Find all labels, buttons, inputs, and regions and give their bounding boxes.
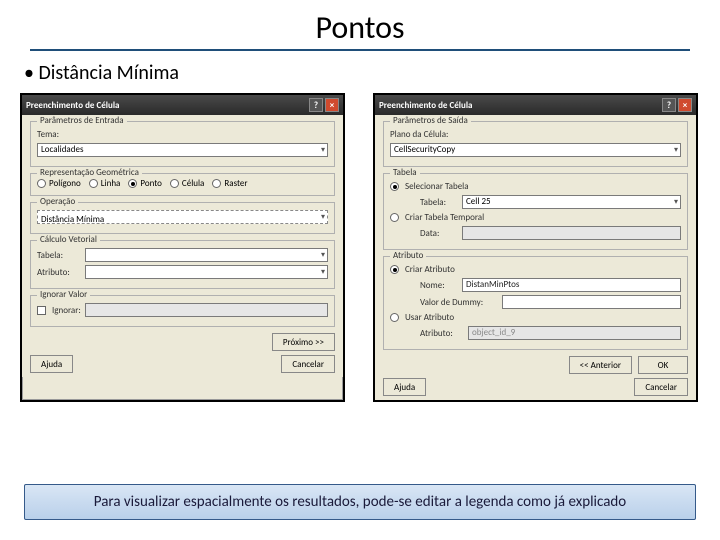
tabela-label-1: Tabela: (37, 250, 81, 261)
radio-raster[interactable] (212, 179, 221, 188)
dialog2-title: Preenchimento de Célula (379, 100, 472, 111)
titlebar-2[interactable]: Preenchimento de Célula ? × (375, 95, 696, 115)
group-ignorar: Ignorar Valor Ignorar: (30, 295, 335, 327)
group-operacao: Operação Distância Mínima (30, 202, 335, 234)
tema-label: Tema: (37, 129, 59, 140)
bullet-distancia-minima: Distância Mínima (0, 51, 720, 93)
valor-dummy-input[interactable] (502, 295, 681, 309)
ignorar-checkbox[interactable] (37, 306, 46, 315)
tabela-select-1[interactable] (85, 248, 328, 262)
help-icon[interactable]: ? (309, 98, 323, 112)
titlebar-1[interactable]: Preenchimento de Célula ? × (22, 95, 343, 115)
ignorar-label: Ignorar: (52, 305, 81, 316)
radio-celula-label: Célula (182, 178, 204, 189)
dialog-output-params: Preenchimento de Célula ? × Parâmetros d… (373, 93, 698, 402)
tabela-label-2: Tabela: (420, 197, 458, 208)
plano-select[interactable]: CellSecurityCopy (390, 143, 681, 157)
radio-raster-label: Raster (224, 178, 247, 189)
radio-poligono[interactable] (37, 179, 46, 188)
tabela-select-2[interactable]: Cell 25 (462, 195, 681, 209)
group-tabela: Tabela Selecionar Tabela Tabela:Cell 25 … (383, 173, 688, 250)
help-button-1[interactable]: Ajuda (30, 355, 73, 373)
radio-criar-tabela[interactable] (390, 213, 399, 222)
ignorar-input[interactable] (85, 303, 328, 317)
group-entrada: Parâmetros de Entrada Tema: Localidades (30, 121, 335, 167)
ignorar-title: Ignorar Valor (37, 289, 90, 300)
calculo-title: Cálculo Vetorial (37, 234, 100, 245)
atributo-select-1[interactable] (85, 265, 328, 279)
group-entrada-title: Parâmetros de Entrada (37, 115, 127, 126)
operacao-select[interactable]: Distância Mínima (37, 210, 328, 224)
footer-note: Para visualizar espacialmente os resulta… (24, 484, 696, 520)
close-icon[interactable]: × (325, 98, 339, 112)
rep-geo-title: Representação Geométrica (37, 167, 142, 178)
radio-linha[interactable] (89, 179, 98, 188)
sel-tabela-label: Selecionar Tabela (405, 181, 469, 192)
atributo-label-1: Atributo: (37, 267, 81, 278)
cancel-button-1[interactable]: Cancelar (281, 355, 335, 373)
radio-celula[interactable] (170, 179, 179, 188)
next-button[interactable]: Próximo >> (272, 333, 335, 351)
tema-select[interactable]: Localidades (37, 143, 328, 157)
atributo-group-title: Atributo (390, 250, 426, 261)
criar-tabela-label: Criar Tabela Temporal (405, 212, 484, 223)
usar-atributo-label: Usar Atributo (405, 312, 454, 323)
valor-dummy-label: Valor de Dummy: (420, 297, 498, 308)
prev-button[interactable]: << Anterior (569, 356, 632, 374)
group-rep-geo: Representação Geométrica Polígono Linha … (30, 173, 335, 196)
data-label: Data: (420, 228, 458, 239)
radio-ponto[interactable] (128, 179, 137, 188)
radio-sel-tabela[interactable] (390, 182, 399, 191)
radio-poligono-label: Polígono (49, 178, 81, 189)
help-button-2[interactable]: Ajuda (383, 378, 426, 396)
radio-usar-atributo[interactable] (390, 313, 399, 322)
group-saida: Parâmetros de Saída Plano da Célula: Cel… (383, 121, 688, 167)
ok-button[interactable]: OK (638, 356, 688, 374)
tabela-group-title: Tabela (390, 167, 420, 178)
operacao-title: Operação (37, 196, 78, 207)
close-icon-2[interactable]: × (678, 98, 692, 112)
nome-label: Nome: (420, 280, 458, 291)
saida-title: Parâmetros de Saída (390, 115, 471, 126)
atributo-input-2[interactable]: object_id_9 (468, 326, 681, 340)
dialog-input-params: Preenchimento de Célula ? × Parâmetros d… (20, 93, 345, 402)
cancel-button-2[interactable]: Cancelar (634, 378, 688, 396)
data-input[interactable] (462, 226, 681, 240)
group-calculo: Cálculo Vetorial Tabela: Atributo: (30, 240, 335, 289)
radio-criar-atributo[interactable] (390, 265, 399, 274)
dialog1-title: Preenchimento de Célula (26, 100, 119, 111)
radio-linha-label: Linha (101, 178, 121, 189)
radio-ponto-label: Ponto (140, 178, 162, 189)
help-icon-2[interactable]: ? (662, 98, 676, 112)
slide-title: Pontos (30, 0, 690, 51)
atributo-label-2: Atributo: (420, 328, 464, 339)
nome-input[interactable]: DistanMinPtos (462, 278, 681, 292)
group-atributo: Atributo Criar Atributo Nome:DistanMinPt… (383, 256, 688, 350)
plano-label: Plano da Célula: (390, 129, 448, 140)
criar-atributo-label: Criar Atributo (405, 264, 455, 275)
